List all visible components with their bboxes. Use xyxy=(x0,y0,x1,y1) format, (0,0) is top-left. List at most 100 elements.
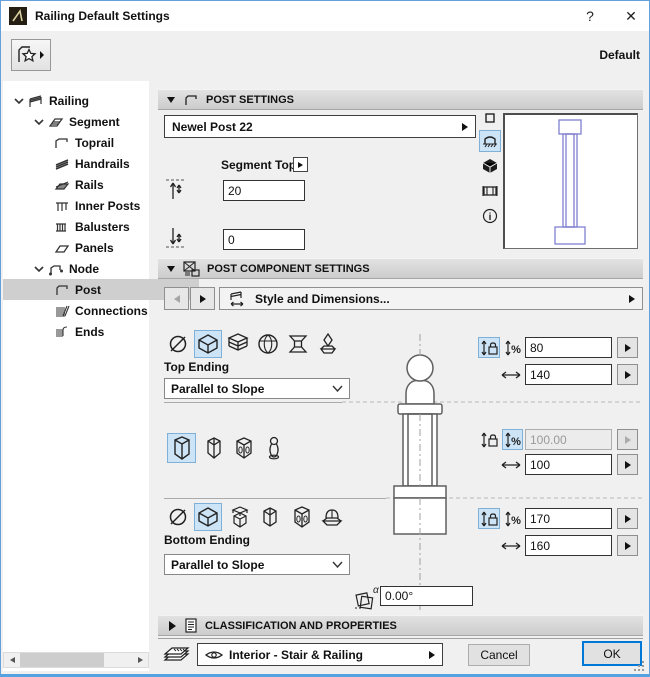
middle-patterned-box-icon[interactable] xyxy=(230,434,258,462)
component-page-dropdown[interactable]: Style and Dimensions... xyxy=(219,287,643,310)
tree-item-label: Balusters xyxy=(75,220,130,234)
next-component-button[interactable] xyxy=(190,287,215,310)
layer-dropdown[interactable]: Interior - Stair & Railing xyxy=(197,643,443,666)
middle-baluster-icon[interactable] xyxy=(260,434,288,462)
post-component-settings-header[interactable]: POST COMPONENT SETTINGS xyxy=(158,258,643,279)
default-label: Default xyxy=(599,48,640,62)
bottom-offset-icon xyxy=(165,225,189,250)
alpha-glyph: α xyxy=(373,585,379,596)
help-button[interactable]: ? xyxy=(576,3,604,29)
favorites-button[interactable] xyxy=(11,39,51,71)
tree-item-label: Inner Posts xyxy=(75,199,140,213)
post-icon xyxy=(183,93,199,107)
top-ending-stacked-slabs-icon[interactable] xyxy=(224,330,252,358)
arrow-right-icon xyxy=(200,295,206,303)
tree-item-label: Railing xyxy=(49,94,89,108)
ok-label: OK xyxy=(603,647,620,661)
segment-top-label: Segment Top xyxy=(221,158,296,172)
document-icon xyxy=(184,618,198,633)
bottom-ending-patterned-cube-icon[interactable] xyxy=(288,503,316,531)
middle-tapered-box-icon[interactable] xyxy=(200,434,228,462)
section-title: POST COMPONENT SETTINGS xyxy=(207,263,370,275)
scroll-left-icon[interactable] xyxy=(4,653,20,667)
bottom-ending-cube-cap-icon[interactable] xyxy=(226,503,254,531)
segment-icon xyxy=(47,115,65,129)
collapse-arrow-icon[interactable] xyxy=(167,266,175,272)
title-bar: Railing Default Settings ? ✕ xyxy=(1,1,649,31)
scroll-right-icon[interactable] xyxy=(132,653,148,667)
bottom-ending-select[interactable]: Parallel to Slope xyxy=(164,554,350,575)
bottom-ending-none-icon[interactable] xyxy=(164,503,192,531)
elevation-icon[interactable] xyxy=(479,180,501,202)
tree-item-segment[interactable]: Segment xyxy=(3,111,177,132)
classification-properties-header[interactable]: CLASSIFICATION AND PROPERTIES xyxy=(158,615,643,636)
post-component-preview-drawing xyxy=(342,328,643,616)
angle-input[interactable] xyxy=(385,589,468,603)
tree-item-node[interactable]: Node xyxy=(3,258,177,279)
post-icon xyxy=(53,283,71,297)
scrollbar-thumb[interactable] xyxy=(20,653,104,667)
tree-item-label: Ends xyxy=(75,325,104,339)
middle-tall-box-icon[interactable] xyxy=(167,433,196,463)
bottom-ending-cube-icon[interactable] xyxy=(194,503,222,531)
post-preview-panel xyxy=(503,113,638,249)
top-ending-select[interactable]: Parallel to Slope xyxy=(164,378,350,399)
resize-grip[interactable] xyxy=(634,661,645,674)
top-ending-finial-icon[interactable] xyxy=(314,330,342,358)
node-icon xyxy=(47,262,65,276)
top-ending-sphere-icon[interactable] xyxy=(254,330,282,358)
cancel-button[interactable]: Cancel xyxy=(468,644,530,666)
tree-item-label: Post xyxy=(75,283,101,297)
bottom-offset-field[interactable] xyxy=(223,229,305,250)
tree-item-handrails[interactable]: Handrails xyxy=(3,153,199,174)
post-type-value: Newel Post 22 xyxy=(172,120,253,134)
post-preview-drawing xyxy=(505,115,636,245)
chevron-down-icon[interactable] xyxy=(31,265,47,273)
collapse-arrow-icon[interactable] xyxy=(167,97,175,103)
top-offset-field[interactable] xyxy=(223,180,305,201)
previous-component-button[interactable] xyxy=(164,287,189,310)
dialog-toolbar: Default xyxy=(1,31,649,79)
top-offset-icon xyxy=(165,177,189,202)
top-ending-label: Top Ending xyxy=(164,360,229,374)
top-ending-none-icon[interactable] xyxy=(164,330,192,358)
angle-field[interactable] xyxy=(380,586,473,606)
post-settings-header[interactable]: POST SETTINGS xyxy=(158,89,643,110)
chevron-down-icon[interactable] xyxy=(31,118,47,126)
tree-item-label: Handrails xyxy=(75,157,130,171)
tree-horizontal-scrollbar[interactable] xyxy=(3,652,149,668)
top-offset-input[interactable] xyxy=(228,184,300,198)
tree-item-railing[interactable]: Railing xyxy=(3,90,157,111)
structure-tree-panel: Railing Segment Toprail Handrails Rails … xyxy=(3,81,149,671)
top-ending-capital-icon[interactable] xyxy=(284,330,312,358)
layer-value: Interior - Stair & Railing xyxy=(229,648,363,662)
top-ending-select-value: Parallel to Slope xyxy=(171,382,264,396)
tree-item-label: Connections xyxy=(75,304,148,318)
railing-default-settings-dialog: Railing Default Settings ? ✕ Default Rai… xyxy=(0,0,650,677)
floor-plan-icon[interactable] xyxy=(479,130,501,152)
ok-button[interactable]: OK xyxy=(582,641,642,666)
post-type-dropdown[interactable]: Newel Post 22 xyxy=(164,115,476,138)
3d-view-icon[interactable] xyxy=(479,155,501,177)
expand-arrow-icon[interactable] xyxy=(169,621,176,631)
connections-icon xyxy=(53,304,71,318)
chevron-down-icon[interactable] xyxy=(11,97,27,105)
top-ending-cube-icon[interactable] xyxy=(194,330,222,358)
layers-icon xyxy=(162,642,192,666)
info-glyph: i xyxy=(489,212,492,223)
close-icon: ✕ xyxy=(625,8,637,25)
bottom-ending-select-value: Parallel to Slope xyxy=(171,558,264,572)
cancel-label: Cancel xyxy=(480,648,517,662)
segment-top-flyout-button[interactable] xyxy=(293,157,308,172)
flyout-arrow-icon xyxy=(429,651,435,659)
flyout-arrow-icon xyxy=(298,162,303,168)
info-icon[interactable]: i xyxy=(479,205,501,227)
bottom-ending-cube-narrow-icon[interactable] xyxy=(256,503,284,531)
footer-divider xyxy=(158,638,643,639)
symbol-2d-icon[interactable] xyxy=(479,107,501,129)
close-button[interactable]: ✕ xyxy=(617,3,645,29)
section-title: CLASSIFICATION AND PROPERTIES xyxy=(205,620,397,632)
tree-item-label: Panels xyxy=(75,241,114,255)
angle-icon: α xyxy=(353,584,379,611)
bottom-offset-input[interactable] xyxy=(228,233,300,247)
